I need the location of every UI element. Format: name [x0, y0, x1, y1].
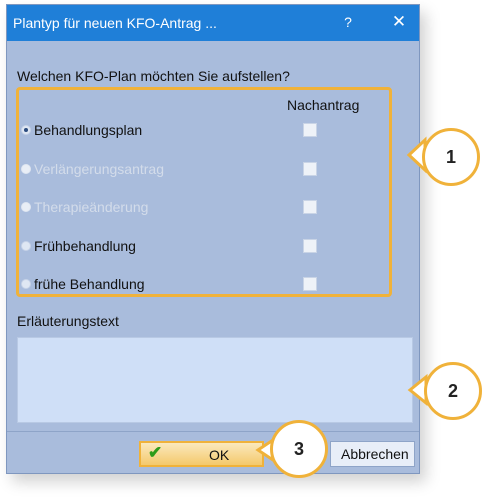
- callout-1-badge: 1: [422, 128, 480, 186]
- callout-pointers: [255, 136, 428, 465]
- callout-3-badge: 3: [270, 420, 328, 478]
- callout-2-badge: 2: [424, 362, 482, 420]
